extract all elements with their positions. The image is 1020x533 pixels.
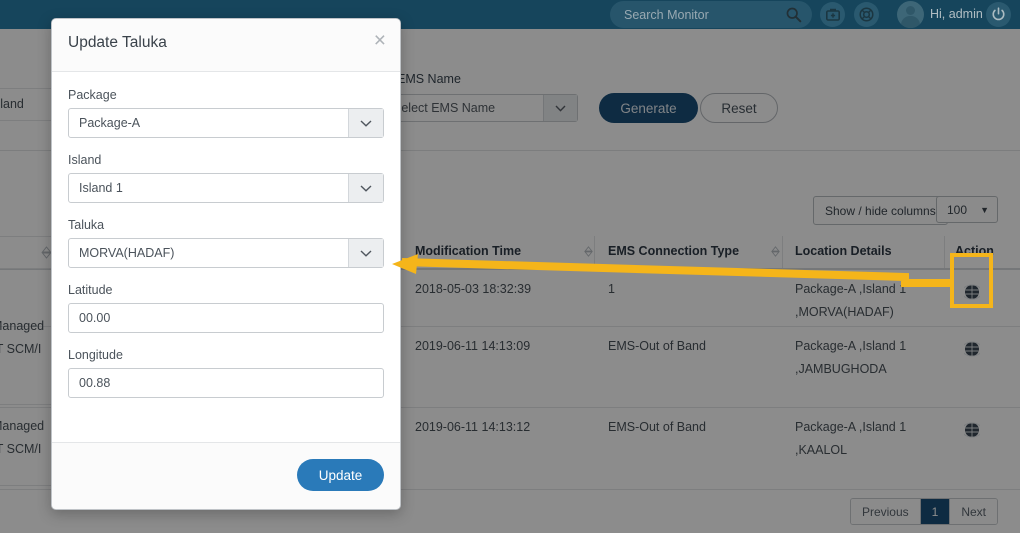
island-select[interactable]: Island 1 <box>68 173 384 203</box>
modal-title: Update Taluka <box>68 34 167 51</box>
update-taluka-modal: Update Taluka × Package Package-A Island… <box>51 18 401 510</box>
field-label-island: Island <box>68 153 102 167</box>
field-label-latitude: Latitude <box>68 283 113 297</box>
chevron-down-icon[interactable] <box>348 239 383 267</box>
field-label-package: Package <box>68 88 117 102</box>
island-value: Island 1 <box>79 181 123 195</box>
taluka-select[interactable]: MORVA(HADAF) <box>68 238 384 268</box>
field-latitude: Latitude <box>68 283 384 333</box>
field-label-taluka: Taluka <box>68 218 105 232</box>
field-island: Island Island 1 <box>68 153 384 203</box>
annotation-highlight-box <box>950 253 993 308</box>
screen-root: { "header": { "search_placeholder": "Sea… <box>0 0 1020 533</box>
chevron-down-icon[interactable] <box>348 109 383 137</box>
package-value: Package-A <box>79 116 141 130</box>
latitude-input[interactable] <box>68 303 384 333</box>
modal-body: Package Package-A Island Island 1 Taluka… <box>52 72 400 398</box>
longitude-input[interactable] <box>68 368 384 398</box>
update-button[interactable]: Update <box>297 459 384 491</box>
modal-footer: Update <box>52 442 400 509</box>
field-taluka: Taluka MORVA(HADAF) <box>68 218 384 268</box>
close-icon[interactable]: × <box>374 30 386 51</box>
field-label-longitude: Longitude <box>68 348 123 362</box>
modal-header: Update Taluka × <box>52 19 400 72</box>
taluka-value: MORVA(HADAF) <box>79 246 175 260</box>
package-select[interactable]: Package-A <box>68 108 384 138</box>
chevron-down-icon[interactable] <box>348 174 383 202</box>
field-longitude: Longitude <box>68 348 384 398</box>
field-package: Package Package-A <box>68 88 384 138</box>
